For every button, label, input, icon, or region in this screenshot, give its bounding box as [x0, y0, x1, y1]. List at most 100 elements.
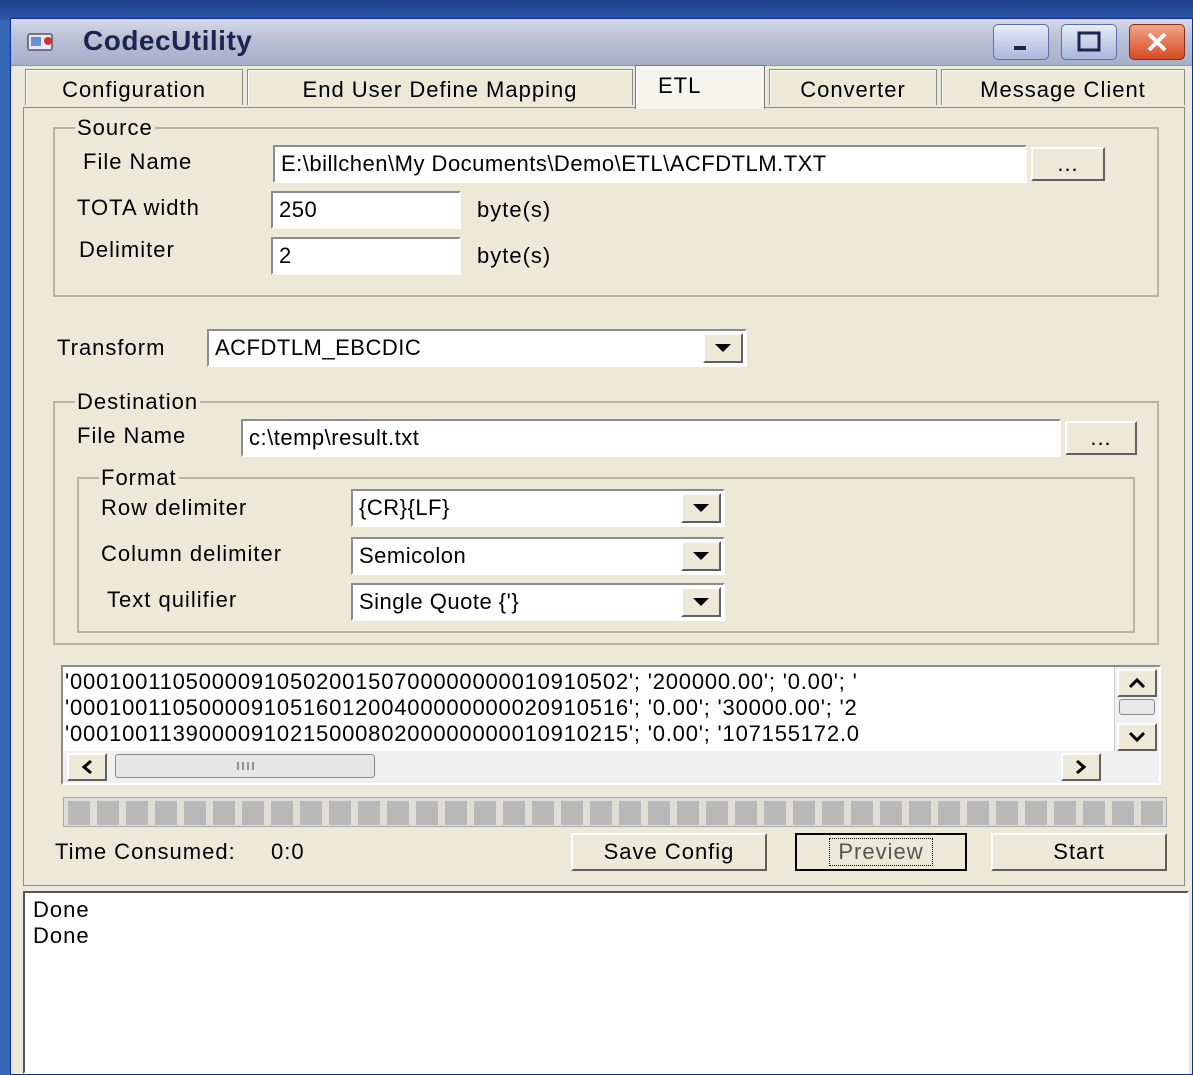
progress-segment: [880, 801, 902, 825]
preview-button[interactable]: Preview: [795, 833, 967, 871]
progress-segment: [996, 801, 1018, 825]
progress-segment: [387, 801, 409, 825]
column-delimiter-value: Semicolon: [359, 543, 467, 568]
log-output[interactable]: Done Done: [23, 891, 1189, 1074]
tab-end-user-define-mapping[interactable]: End User Define Mapping: [247, 69, 633, 105]
progress-segment: [68, 801, 90, 825]
progress-segment: [126, 801, 148, 825]
time-consumed-value: 0:0: [271, 839, 305, 864]
progress-segment: [416, 801, 438, 825]
progress-segment: [677, 801, 699, 825]
progress-segment: [97, 801, 119, 825]
transform-label: Transform: [57, 335, 166, 360]
transform-selected-value: ACFDTLM_EBCDIC: [215, 335, 422, 360]
progress-segment: [300, 801, 322, 825]
chevron-up-icon: [1128, 677, 1146, 689]
tota-width-unit: byte(s): [477, 197, 552, 222]
progress-bar: [63, 797, 1167, 827]
column-delimiter-dropdown-button[interactable]: [681, 541, 721, 571]
destination-browse-button[interactable]: ...: [1065, 421, 1137, 455]
progress-segment: [1141, 801, 1163, 825]
tab-converter[interactable]: Converter: [769, 69, 937, 105]
progress-segment: [445, 801, 467, 825]
start-button[interactable]: Start: [991, 833, 1167, 871]
progress-segment: [793, 801, 815, 825]
tab-etl[interactable]: ETL: [635, 65, 765, 109]
grip-icon: [237, 762, 254, 770]
transform-select[interactable]: ACFDTLM_EBCDIC: [207, 329, 747, 367]
window-title: CodecUtility: [83, 25, 253, 56]
log-line: Done: [33, 897, 90, 922]
source-file-name-input[interactable]: [273, 145, 1027, 183]
destination-file-name-input[interactable]: [241, 419, 1061, 457]
horizontal-scrollbar[interactable]: [63, 751, 1159, 783]
maximize-icon: [1077, 31, 1101, 52]
text-qualifier-select[interactable]: Single Quote {'}: [351, 583, 725, 621]
progress-segment: [503, 801, 525, 825]
chevron-down-icon: [715, 344, 731, 352]
vertical-scroll-thumb[interactable]: [1119, 699, 1155, 715]
progress-segment: [1054, 801, 1076, 825]
tab-message-client[interactable]: Message Client: [941, 69, 1185, 105]
row-delimiter-dropdown-button[interactable]: [681, 493, 721, 523]
progress-segment: [1025, 801, 1047, 825]
chevron-down-icon: [693, 504, 709, 512]
progress-segment: [329, 801, 351, 825]
maximize-button[interactable]: [1061, 24, 1117, 60]
save-config-button[interactable]: Save Config: [571, 833, 767, 871]
column-delimiter-label: Column delimiter: [101, 541, 283, 566]
tota-width-label: TOTA width: [77, 195, 200, 220]
preview-text-area[interactable]: '000100110500009105020015070000000001091…: [61, 665, 1161, 785]
progress-segment: [706, 801, 728, 825]
progress-segment: [909, 801, 931, 825]
scroll-right-button[interactable]: [1061, 753, 1101, 781]
tab-configuration[interactable]: Configuration: [25, 69, 243, 105]
progress-segment: [184, 801, 206, 825]
preview-button-label: Preview: [829, 838, 933, 866]
row-delimiter-select[interactable]: {CR}{LF}: [351, 489, 725, 527]
source-file-name-label: File Name: [83, 149, 193, 174]
progress-segment: [242, 801, 264, 825]
tota-width-input[interactable]: [271, 191, 461, 229]
scroll-left-button[interactable]: [67, 753, 107, 781]
minimize-button[interactable]: [993, 24, 1049, 60]
text-qualifier-value: Single Quote {'}: [359, 589, 520, 614]
horizontal-scroll-thumb[interactable]: [115, 754, 375, 778]
delimiter-unit: byte(s): [477, 243, 552, 268]
scroll-up-button[interactable]: [1117, 669, 1157, 697]
time-consumed-label: Time Consumed:: [55, 839, 236, 864]
progress-segment: [764, 801, 786, 825]
progress-segment: [155, 801, 177, 825]
row-delimiter-label: Row delimiter: [101, 495, 248, 520]
source-browse-button[interactable]: ...: [1031, 147, 1105, 181]
text-qualifier-dropdown-button[interactable]: [681, 587, 721, 617]
close-button[interactable]: [1129, 24, 1185, 60]
progress-segment: [619, 801, 641, 825]
progress-segment: [1112, 801, 1134, 825]
text-qualifier-label: Text quilifier: [107, 587, 238, 612]
preview-line: '000100113900009102150008020000000001091…: [65, 721, 860, 746]
source-legend: Source: [77, 115, 153, 140]
destination-legend: Destination: [77, 389, 199, 414]
minimize-icon: [1014, 46, 1026, 50]
chevron-down-icon: [693, 552, 709, 560]
tab-strip: Configuration End User Define Mapping ET…: [25, 65, 1185, 109]
destination-file-name-label: File Name: [77, 423, 187, 448]
progress-segment: [648, 801, 670, 825]
chevron-down-icon: [693, 598, 709, 606]
delimiter-input[interactable]: [271, 237, 461, 275]
transform-dropdown-button[interactable]: [703, 333, 743, 363]
source-group: Source: [53, 115, 1159, 297]
scroll-down-button[interactable]: [1117, 723, 1157, 751]
codec-utility-window: CodecUtility Configuration End User Defi…: [10, 18, 1193, 1075]
vertical-scrollbar[interactable]: [1114, 667, 1159, 753]
progress-segment: [967, 801, 989, 825]
progress-segment: [938, 801, 960, 825]
column-delimiter-select[interactable]: Semicolon: [351, 537, 725, 575]
progress-segment: [851, 801, 873, 825]
progress-segment: [474, 801, 496, 825]
title-bar[interactable]: CodecUtility: [11, 19, 1192, 66]
desktop-background: [0, 0, 1193, 20]
progress-segment: [1083, 801, 1105, 825]
close-icon: [1147, 32, 1167, 52]
